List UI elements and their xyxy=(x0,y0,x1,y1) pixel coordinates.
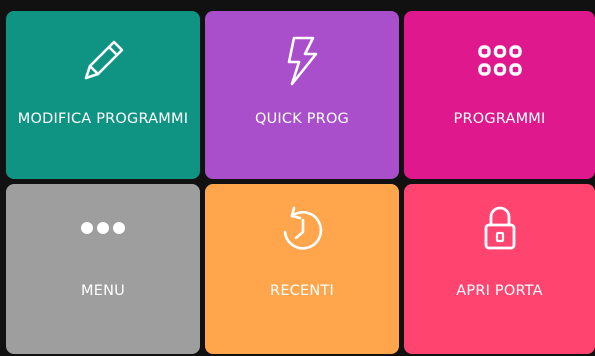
quick-prog-tile[interactable]: QUICK PROG xyxy=(205,11,399,179)
pencil-icon xyxy=(78,33,128,89)
history-clock-icon xyxy=(276,200,328,256)
apri-porta-label: APRI PORTA xyxy=(456,283,543,299)
programmi-label: PROGRAMMI xyxy=(453,111,546,127)
recenti-label: RECENTI xyxy=(270,283,334,299)
more-dots-icon xyxy=(79,200,127,256)
modifica-programmi-label: MODIFICA PROGRAMMI xyxy=(17,111,189,127)
modifica-programmi-tile[interactable]: MODIFICA PROGRAMMI xyxy=(6,11,200,179)
menu-label: MENU xyxy=(81,283,125,299)
programmi-tile[interactable]: PROGRAMMI xyxy=(404,11,595,179)
lightning-icon xyxy=(282,33,322,89)
menu-tile[interactable]: MENU xyxy=(6,184,200,354)
padlock-icon xyxy=(480,200,520,256)
grid-icon xyxy=(477,33,523,89)
recenti-tile[interactable]: RECENTI xyxy=(205,184,399,354)
quick-prog-label: QUICK PROG xyxy=(254,111,349,127)
apri-porta-tile[interactable]: APRI PORTA xyxy=(404,184,595,354)
tile-grid: MODIFICA PROGRAMMI QUICK PROG PROGRAMMI xyxy=(0,0,595,356)
